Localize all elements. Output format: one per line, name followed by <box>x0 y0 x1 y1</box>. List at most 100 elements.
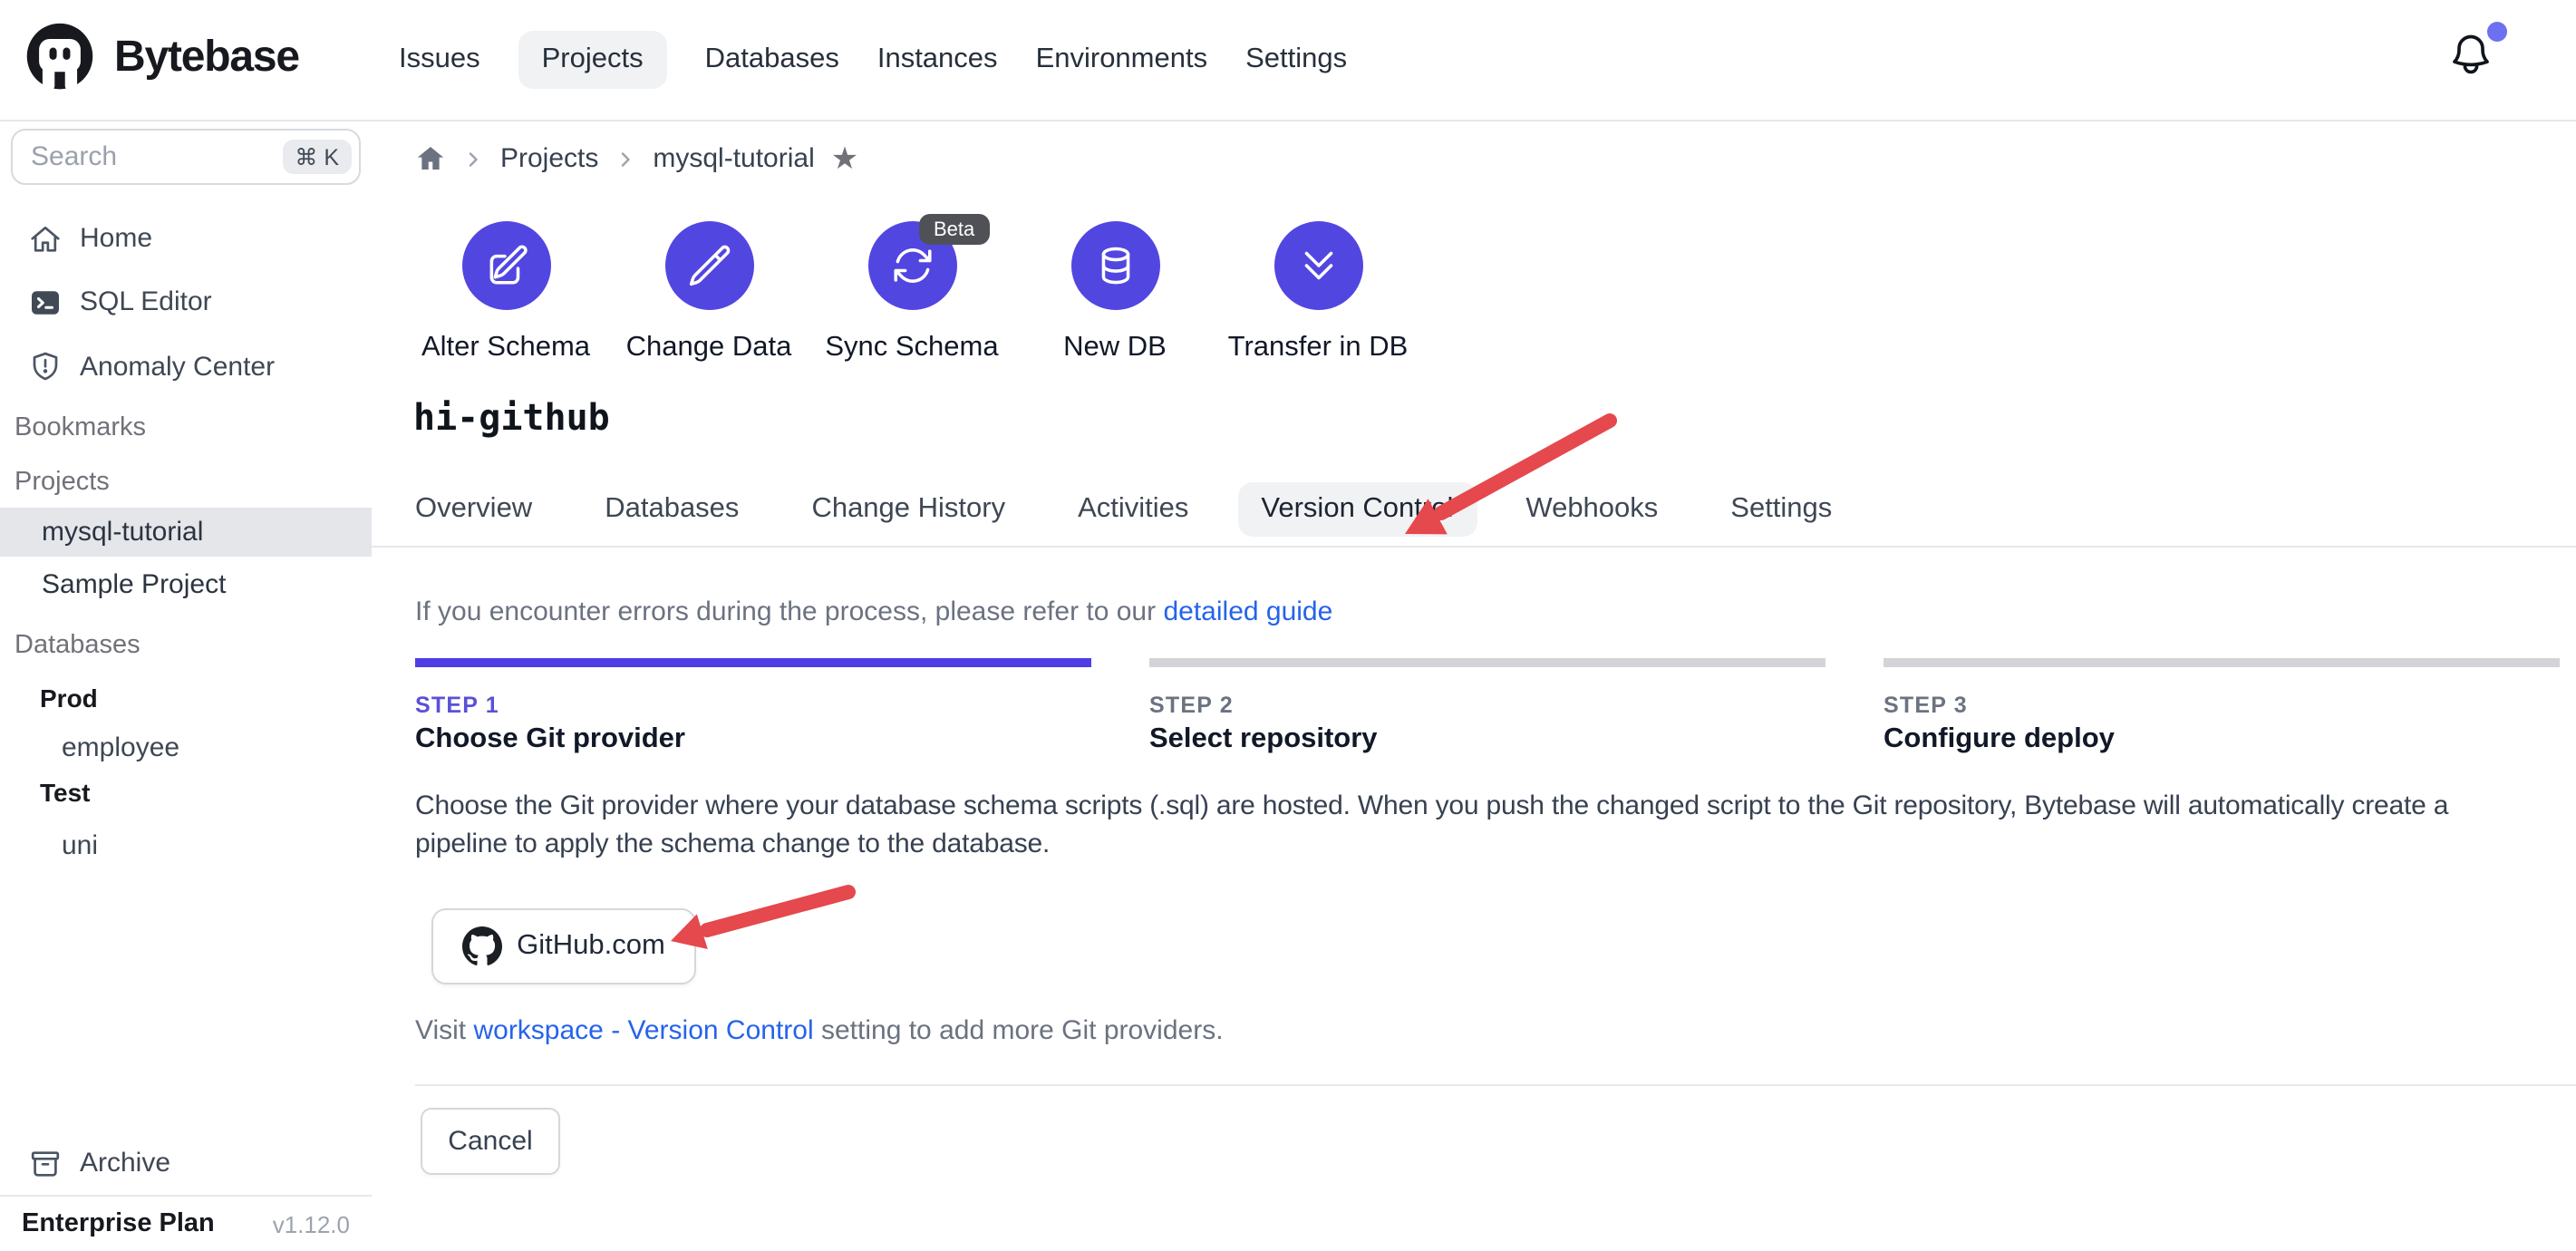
beta-badge: Beta <box>919 214 989 245</box>
shield-exclamation-icon <box>29 350 62 383</box>
quick-action-label: New DB <box>1063 332 1167 364</box>
nav-issues[interactable]: Issues <box>399 31 480 89</box>
footer-divider <box>415 1084 2576 1086</box>
quick-action-label: Change Data <box>626 332 792 364</box>
step-description: Choose the Git provider where your datab… <box>415 789 2518 863</box>
quick-action-new-db[interactable]: New DB <box>1024 221 1206 364</box>
breadcrumb-home-icon[interactable] <box>415 143 446 174</box>
star-icon[interactable]: ★ <box>831 143 859 174</box>
project-tabs: Overview Databases Change History Activi… <box>415 482 1832 537</box>
double-chevron-down-icon <box>1273 221 1362 310</box>
sidebar-header-projects: Projects <box>0 461 372 504</box>
sidebar-item-label: Anomaly Center <box>80 351 275 382</box>
quick-action-label: Sync Schema <box>825 332 998 364</box>
edit-square-icon <box>461 221 550 310</box>
breadcrumb-projects[interactable]: Projects <box>500 143 598 174</box>
nav-environments[interactable]: Environments <box>1036 31 1208 89</box>
wizard-steps: STEP 1 Choose Git provider STEP 2 Select… <box>415 658 2560 756</box>
notification-dot <box>2487 22 2507 42</box>
sidebar-item-home[interactable]: Home <box>0 207 372 270</box>
quick-action-label: Transfer in DB <box>1228 332 1409 364</box>
quick-actions: Alter Schema Change Data Beta Sync Schem… <box>415 221 1409 364</box>
step-2-progress-bar <box>1149 658 1825 667</box>
archive-box-icon <box>29 1147 62 1179</box>
tab-overview[interactable]: Overview <box>415 493 532 526</box>
tab-databases[interactable]: Databases <box>605 493 739 526</box>
pencil-icon <box>664 221 753 310</box>
chevron-right-icon <box>462 148 484 170</box>
quick-action-alter-schema[interactable]: Alter Schema <box>415 221 596 364</box>
quick-action-label: Alter Schema <box>421 332 590 364</box>
top-header: Bytebase Issues Projects Databases Insta… <box>0 0 2576 121</box>
page-title: hi-github <box>413 395 610 439</box>
tab-activities[interactable]: Activities <box>1078 493 1188 526</box>
terminal-icon <box>29 286 62 318</box>
step-1-progress-bar <box>415 658 1091 667</box>
detailed-guide-link[interactable]: detailed guide <box>1163 596 1332 627</box>
notification-bell-icon[interactable] <box>2447 31 2502 85</box>
sidebar-db-employee[interactable]: employee <box>0 723 372 771</box>
brand-name: Bytebase <box>114 33 299 83</box>
error-help-text: If you encounter errors during the proce… <box>415 596 1332 627</box>
tab-change-history[interactable]: Change History <box>811 493 1005 526</box>
step-1: STEP 1 Choose Git provider <box>415 658 1091 756</box>
tab-webhooks[interactable]: Webhooks <box>1525 493 1658 526</box>
quick-action-transfer-in-db[interactable]: Transfer in DB <box>1227 221 1409 364</box>
sidebar-item-archive[interactable]: Archive <box>0 1131 372 1195</box>
step-2-label: STEP 2 <box>1149 693 1825 718</box>
chevron-right-icon <box>615 148 636 170</box>
plan-name: Enterprise Plan <box>22 1209 215 1238</box>
brand[interactable]: Bytebase <box>22 20 299 96</box>
nav-databases[interactable]: Databases <box>705 31 839 89</box>
step-3-label: STEP 3 <box>1884 693 2560 718</box>
sidebar-footer: Enterprise Plan v1.12.0 <box>0 1195 372 1251</box>
sidebar-item-sql-editor[interactable]: SQL Editor <box>0 270 372 334</box>
sidebar-env-test: Test <box>0 771 372 814</box>
step-2: STEP 2 Select repository <box>1149 658 1825 756</box>
app-version: v1.12.0 <box>273 1210 350 1237</box>
tab-version-control[interactable]: Version Control <box>1237 482 1477 537</box>
step-3-progress-bar <box>1884 658 2560 667</box>
bytebase-app: Bytebase Issues Projects Databases Insta… <box>0 0 2576 1251</box>
step-1-label: STEP 1 <box>415 693 1091 718</box>
home-icon <box>29 222 62 255</box>
quick-action-sync-schema[interactable]: Beta Sync Schema <box>821 221 1002 364</box>
github-provider-button[interactable]: GitHub.com <box>431 908 696 984</box>
step-3-title: Configure deploy <box>1884 723 2560 756</box>
step-2-title: Select repository <box>1149 723 1825 756</box>
quick-action-change-data[interactable]: Change Data <box>618 221 799 364</box>
visit-workspace-text: Visit workspace - Version Control settin… <box>415 1015 1224 1046</box>
visit-suffix: setting to add more Git providers. <box>814 1015 1224 1046</box>
sidebar: Search ⌘ K Home SQL Editor <box>0 120 373 1251</box>
top-navigation: Issues Projects Databases Instances Envi… <box>399 0 1347 120</box>
search-placeholder: Search <box>31 141 117 172</box>
nav-instances[interactable]: Instances <box>877 31 998 89</box>
search-input[interactable]: Search ⌘ K <box>11 129 361 185</box>
breadcrumb: Projects mysql-tutorial ★ <box>415 143 858 174</box>
cancel-button[interactable]: Cancel <box>421 1108 560 1175</box>
sidebar-item-label: Home <box>80 223 152 254</box>
breadcrumb-current-project[interactable]: mysql-tutorial <box>653 143 814 174</box>
github-icon <box>462 926 502 966</box>
sidebar-header-databases: Databases <box>0 624 372 667</box>
sidebar-db-uni[interactable]: uni <box>0 819 372 870</box>
main-content: Projects mysql-tutorial ★ Alter Schema <box>372 120 2576 1251</box>
nav-settings[interactable]: Settings <box>1245 31 1347 89</box>
workspace-version-control-link[interactable]: workspace - Version Control <box>473 1015 813 1046</box>
database-icon <box>1070 221 1159 310</box>
error-help-prefix: If you encounter errors during the proce… <box>415 596 1163 627</box>
sidebar-project-mysql-tutorial[interactable]: mysql-tutorial <box>0 508 372 557</box>
step-3: STEP 3 Configure deploy <box>1884 658 2560 756</box>
sidebar-header-bookmarks: Bookmarks <box>0 406 372 450</box>
sidebar-item-anomaly-center[interactable]: Anomaly Center <box>0 334 372 399</box>
sidebar-item-label: SQL Editor <box>80 286 212 317</box>
sidebar-env-prod: Prod <box>0 676 372 720</box>
visit-prefix: Visit <box>415 1015 473 1046</box>
tabs-divider <box>372 546 2576 548</box>
sidebar-project-sample[interactable]: Sample Project <box>0 560 372 609</box>
sidebar-item-label: Archive <box>80 1148 170 1178</box>
bytebase-logo-icon <box>22 20 98 96</box>
tab-settings[interactable]: Settings <box>1730 493 1832 526</box>
search-shortcut-badge: ⌘ K <box>282 140 352 174</box>
nav-projects[interactable]: Projects <box>518 31 667 89</box>
